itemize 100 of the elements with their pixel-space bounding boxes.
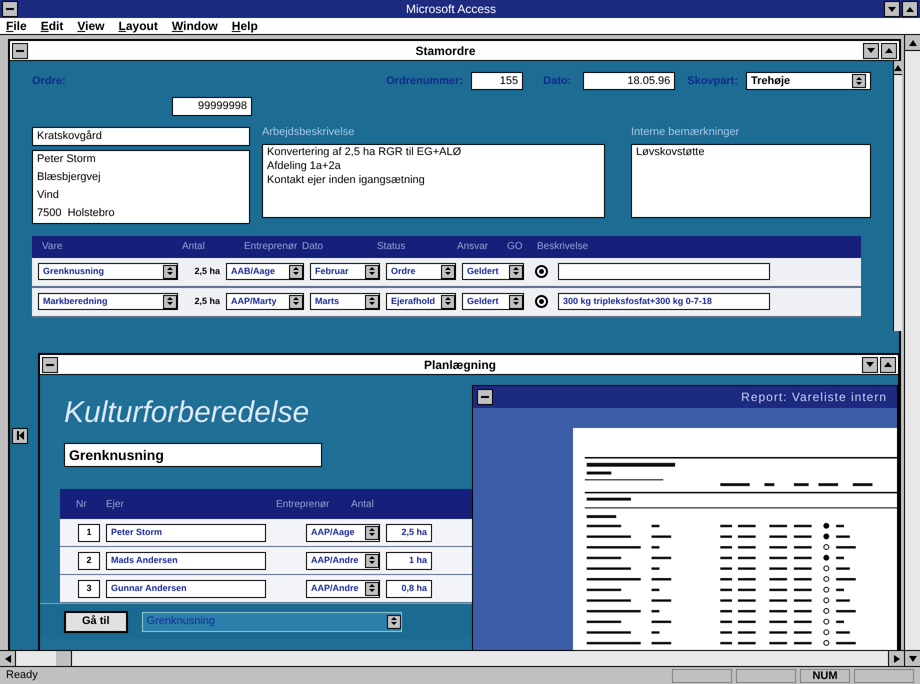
column-header: Beskrivelse <box>537 240 588 254</box>
customer-name-field[interactable]: Kratskovgård <box>32 126 250 146</box>
system-menu-button[interactable] <box>477 389 493 405</box>
contractor-combo[interactable]: AAB/Aage <box>226 263 304 280</box>
status-combo[interactable]: Ejerafhold <box>386 293 456 310</box>
note-line: Løvskovstøtte <box>636 145 706 159</box>
column-header: Vare <box>42 240 64 254</box>
order-number-field[interactable]: 155 <box>471 72 524 90</box>
caret-icon <box>368 297 376 306</box>
number-field[interactable]: 2 <box>78 552 100 570</box>
dropdown-button[interactable] <box>365 264 379 278</box>
maximize-button[interactable] <box>881 42 897 58</box>
system-menu-button[interactable] <box>12 42 28 58</box>
date-combo[interactable]: Februar <box>310 263 380 280</box>
column-header: GO <box>507 240 524 254</box>
column-header: Entreprenør <box>276 498 330 512</box>
area-label: Skovpart: <box>687 74 738 89</box>
menu-item[interactable]: File <box>6 17 27 35</box>
menu-item[interactable]: Layout <box>118 17 158 35</box>
responsible-combo[interactable]: Geldert <box>462 293 524 310</box>
quantity-text: 2,5 ha <box>193 294 220 308</box>
address-line: Vind <box>37 188 60 204</box>
date-field[interactable]: 18.05.96 <box>583 72 676 90</box>
customer-number-field[interactable]: 99999998 <box>172 97 252 116</box>
address-box[interactable]: Peter Storm Blæsbjergvej Vind 7500 Holstebro <box>32 150 250 224</box>
window-title: Planlægning <box>423 356 497 374</box>
go-radio[interactable] <box>534 295 548 308</box>
quantity-field[interactable]: 2,5 ha <box>386 524 432 542</box>
caret-icon <box>292 267 300 276</box>
left-arrow-icon <box>4 654 10 662</box>
address-line: Blæsbjergvej <box>37 170 102 186</box>
minimize-button[interactable] <box>884 1 900 17</box>
contractor-combo[interactable]: AAP/Andre <box>306 552 380 570</box>
contractor-combo[interactable]: AAP/Marty <box>226 293 304 310</box>
column-header: Ejer <box>106 498 125 512</box>
order-label: Ordre: <box>32 74 66 89</box>
dropdown-button[interactable] <box>386 614 401 628</box>
dropdown-button[interactable] <box>163 264 177 278</box>
window-scrollbar[interactable] <box>893 61 902 331</box>
date-combo[interactable]: Marts <box>310 293 380 310</box>
dropdown-button[interactable] <box>852 74 866 88</box>
owner-field[interactable]: Gunnar Andersen <box>106 580 266 598</box>
contractor-combo[interactable]: AAP/Aage <box>306 524 380 542</box>
number-field[interactable]: 1 <box>78 524 100 542</box>
activity-field[interactable]: Grenknusning <box>64 443 322 467</box>
description-line: Kontakt ejer inden igangsætning <box>267 173 426 187</box>
responsible-combo[interactable]: Geldert <box>462 263 524 280</box>
first-record-icon <box>16 431 24 440</box>
dropdown-button[interactable] <box>441 264 455 278</box>
vertical-scrollbar[interactable] <box>904 35 920 666</box>
system-menu-button[interactable] <box>2 1 18 17</box>
menu-item[interactable]: View <box>77 17 105 35</box>
description-field[interactable]: 300 kg tripleksfosfat+300 kg 0-7-18 <box>558 293 770 310</box>
horizontal-scrollbar[interactable] <box>0 650 904 666</box>
menu-item[interactable]: Edit <box>40 17 64 35</box>
dropdown-button[interactable] <box>365 294 379 308</box>
caret-icon <box>444 297 452 306</box>
caret-icon <box>855 76 863 86</box>
maximize-button[interactable] <box>880 356 896 372</box>
quantity-field[interactable]: 1 ha <box>386 552 432 570</box>
scroll-thumb[interactable] <box>56 651 72 666</box>
contractor-combo[interactable]: AAP/Andre <box>306 580 380 598</box>
caret-icon <box>444 267 452 276</box>
internal-notes-box[interactable]: Løvskovstøtte <box>631 144 871 218</box>
description-line: Konvertering af 2,5 ha RGR til EG+ALØ <box>267 145 462 159</box>
system-menu-button[interactable] <box>42 356 58 372</box>
number-field[interactable]: 3 <box>78 580 100 598</box>
first-record-button[interactable] <box>12 428 28 444</box>
dropdown-button[interactable] <box>509 264 523 278</box>
status-combo[interactable]: Ordre <box>386 263 456 280</box>
dropdown-button[interactable] <box>365 526 379 540</box>
product-combo[interactable]: Grenknusning <box>38 263 178 280</box>
dropdown-button[interactable] <box>289 264 303 278</box>
owner-field[interactable]: Peter Storm <box>106 524 266 542</box>
owner-field[interactable]: Mads Andersen <box>106 552 266 570</box>
column-header: Antal <box>182 240 206 254</box>
product-combo[interactable]: Markberedning <box>38 293 178 310</box>
go-radio[interactable] <box>534 265 548 278</box>
maximize-button[interactable] <box>902 1 918 17</box>
quantity-field[interactable]: 0,8 ha <box>386 580 432 598</box>
dropdown-button[interactable] <box>365 582 379 596</box>
form-heading: Kulturforberedelse <box>64 395 310 431</box>
description-field[interactable] <box>558 263 770 280</box>
area-combo[interactable]: Trehøje <box>746 72 871 90</box>
work-description-box[interactable]: Konvertering af 2,5 ha RGR til EG+ALØ Afdeling 1a+2a Kontakt ejer inden igangsætning <box>262 144 605 218</box>
dropdown-button[interactable] <box>509 294 523 308</box>
dropdown-button[interactable] <box>365 554 379 568</box>
go-to-button[interactable]: Gå til <box>64 610 128 632</box>
minimize-button[interactable] <box>862 356 878 372</box>
minimize-button[interactable] <box>863 42 879 58</box>
dropdown-button[interactable] <box>289 294 303 308</box>
window-title: Report: Vareliste intern <box>740 389 888 406</box>
menu-item[interactable]: Help <box>232 17 258 35</box>
dropdown-button[interactable] <box>163 294 177 308</box>
dropdown-button[interactable] <box>441 294 455 308</box>
menu-item[interactable]: Window <box>172 17 218 35</box>
caret-icon <box>368 267 376 276</box>
up-arrow-icon <box>885 48 893 53</box>
description-line: Afdeling 1a+2a <box>267 159 342 173</box>
caret-icon <box>292 297 300 306</box>
